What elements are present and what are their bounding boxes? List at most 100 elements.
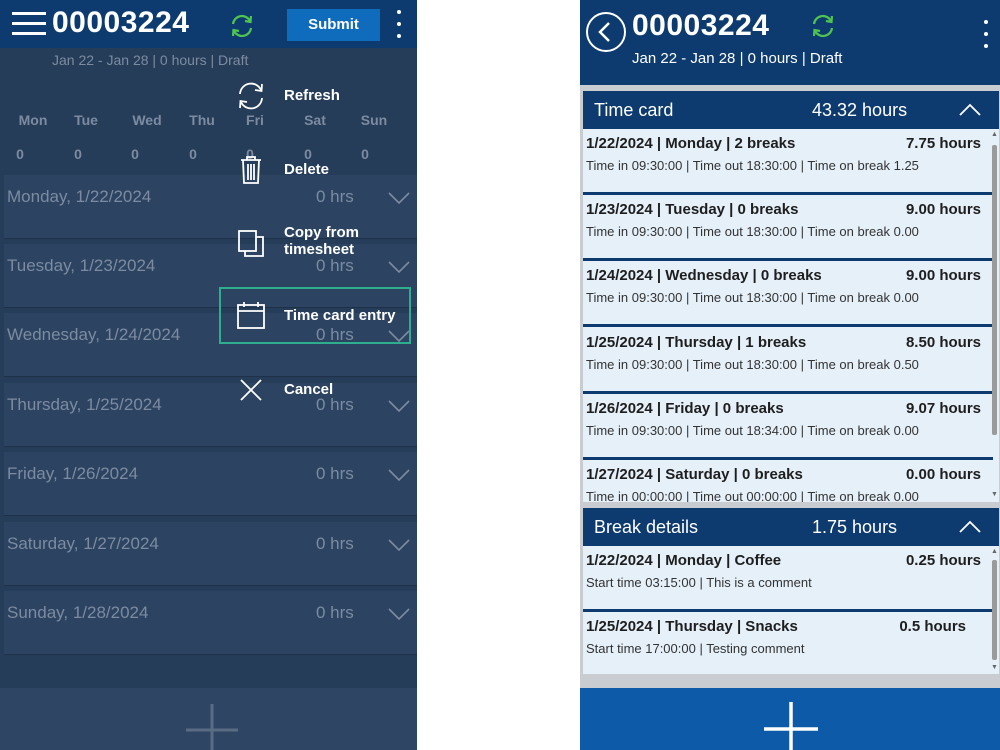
time-card-entry[interactable]: 1/22/2024 | Monday | 2 breaks 7.75 hours… [583,129,993,195]
entry-detail: Time in 09:30:00 | Time out 18:30:00 | T… [586,290,919,305]
time-card-title: Time card [594,100,674,120]
time-card-list: 1/22/2024 | Monday | 2 breaks 7.75 hours… [583,129,999,502]
entry-detail: Time in 09:30:00 | Time out 18:30:00 | T… [586,357,919,372]
scroll-up-arrow[interactable]: ▲ [991,548,998,556]
weekday-value: 0 [16,146,24,162]
calendar-icon [237,302,265,329]
footer-bar [580,688,1000,750]
time-card-entry[interactable]: 1/25/2024 | Thursday | 1 breaks 8.50 hou… [583,328,993,394]
entry-detail: Time in 00:00:00 | Time out 00:00:00 | T… [586,489,919,502]
chevron-down-icon[interactable] [388,399,410,413]
entry-detail: Start time 17:00:00 | Testing comment [586,641,805,656]
entry-hours: 8.50 hours [905,334,981,351]
weekday-label: Fri [246,112,264,128]
entry-title: 1/24/2024 | Wednesday | 0 breaks [586,267,822,284]
entry-title: 1/26/2024 | Friday | 0 breaks [586,400,784,417]
weekday-label: Thu [189,112,215,128]
weekday-label: Tue [74,112,98,128]
sync-icon[interactable] [228,12,256,40]
chevron-down-icon[interactable] [388,260,410,274]
menu-item-refresh[interactable]: Refresh [284,87,340,104]
weekday-label: Wed [132,112,162,128]
entry-hours: 7.75 hours [905,135,981,152]
chevron-down-icon[interactable] [388,607,410,621]
footer-bar [0,688,417,750]
weekday-headers: Mon Tue Wed Thu Fri Sat Sun [0,112,417,132]
day-row-date: Sunday, 1/28/2024 [7,603,149,622]
weekday-label: Mon [18,112,48,128]
day-row[interactable]: Thursday, 1/25/2024 0 hrs [4,383,417,447]
chevron-down-icon[interactable] [388,191,410,205]
menu-item-delete[interactable]: Delete [284,161,329,178]
weekday-value: 0 [74,146,82,162]
timesheet-number: 00003224 [52,6,190,39]
break-entry[interactable]: 1/25/2024 | Thursday | Snacks 0.5 hours … [583,612,993,674]
weekday-value: 0 [189,146,197,162]
hamburger-icon[interactable] [12,12,46,36]
entry-hours: 0.25 hours [905,552,981,569]
add-icon[interactable] [764,702,818,750]
break-details-total: 1.75 hours [812,517,898,537]
day-row[interactable]: Saturday, 1/27/2024 0 hrs [4,522,417,586]
app-header: 00003224 Jan 22 - Jan 28 | 0 hours | Dra… [580,0,1000,85]
scroll-up-arrow[interactable]: ▲ [991,131,998,139]
weekday-label: Sun [360,112,388,128]
time-card-entry[interactable]: 1/26/2024 | Friday | 0 breaks 9.07 hours… [583,394,993,460]
entry-title: 1/25/2024 | Thursday | Snacks [586,618,798,635]
time-card-header[interactable]: Time card 43.32 hours [583,91,999,129]
day-row-date: Monday, 1/22/2024 [7,187,152,206]
entry-detail: Time in 09:30:00 | Time out 18:30:00 | T… [586,158,919,173]
weekday-value: 0 [131,146,139,162]
scroll-thumb[interactable] [992,145,997,435]
back-icon[interactable] [586,12,626,52]
menu-item-time-card-entry[interactable]: Time card entry [284,307,395,324]
entry-title: 1/23/2024 | Tuesday | 0 breaks [586,201,799,218]
timesheet-number: 00003224 [632,9,770,42]
chevron-down-icon[interactable] [388,538,410,552]
submit-button[interactable]: Submit [287,9,380,41]
day-row-date: Saturday, 1/27/2024 [7,534,159,553]
timesheet-summary: Jan 22 - Jan 28 | 0 hours | Draft [632,50,843,67]
time-card-entry[interactable]: 1/23/2024 | Tuesday | 0 breaks 9.00 hour… [583,195,993,261]
add-icon[interactable] [186,704,238,750]
more-icon[interactable] [981,18,991,50]
more-icon[interactable] [394,8,404,40]
scroll-down-arrow[interactable]: ▼ [991,664,998,672]
entry-detail: Start time 03:15:00 | This is a comment [586,575,812,590]
day-row-hours: 0 hrs [316,395,354,414]
chevron-up-icon[interactable] [959,520,981,534]
break-details-title: Break details [594,517,699,537]
delete-icon [241,156,261,184]
entry-hours: 0.5 hours [899,618,966,635]
copy-icon [238,230,264,257]
menu-item-label: timesheet [284,241,355,258]
menu-item-copy-from-timesheet[interactable]: Copy from timesheet [284,224,359,258]
time-card-entry[interactable]: 1/27/2024 | Saturday | 0 breaks 0.00 hou… [583,460,993,502]
day-row[interactable]: Friday, 1/26/2024 0 hrs [4,452,417,516]
time-card-entry[interactable]: 1/24/2024 | Wednesday | 0 breaks 9.00 ho… [583,261,993,327]
close-icon [240,379,262,401]
day-row-hours: 0 hrs [316,187,354,206]
day-row[interactable]: Sunday, 1/28/2024 0 hrs [4,591,417,655]
break-details-scrollbar[interactable]: ▲ ▼ [991,546,998,674]
chevron-down-icon[interactable] [388,468,410,482]
break-details-header[interactable]: Break details 1.75 hours [583,508,999,546]
refresh-icon [239,82,263,110]
entry-hours: 9.07 hours [905,400,981,417]
timesheet-screen-left: 00003224 Submit Jan 22 - Jan 28 | 0 hour… [0,0,417,750]
time-card-total: 43.32 hours [812,100,908,120]
break-entry[interactable]: 1/22/2024 | Monday | Coffee 0.25 hours S… [583,546,993,612]
entry-title: 1/27/2024 | Saturday | 0 breaks [586,466,803,483]
chevron-up-icon[interactable] [959,103,981,117]
sync-icon[interactable] [809,12,837,40]
weekday-hours: 0 0 0 0 0 0 0 [0,146,417,166]
weekday-label: Sat [304,112,326,128]
scroll-thumb[interactable] [992,560,997,660]
entry-title: 1/25/2024 | Thursday | 1 breaks [586,334,807,351]
weekday-value: 0 [304,146,312,162]
scroll-down-arrow[interactable]: ▼ [991,491,998,499]
entry-hours: 0.00 hours [905,466,981,483]
entry-title: 1/22/2024 | Monday | Coffee [586,552,782,569]
time-card-scrollbar[interactable]: ▲ ▼ [991,129,998,502]
menu-item-cancel[interactable]: Cancel [284,381,333,398]
